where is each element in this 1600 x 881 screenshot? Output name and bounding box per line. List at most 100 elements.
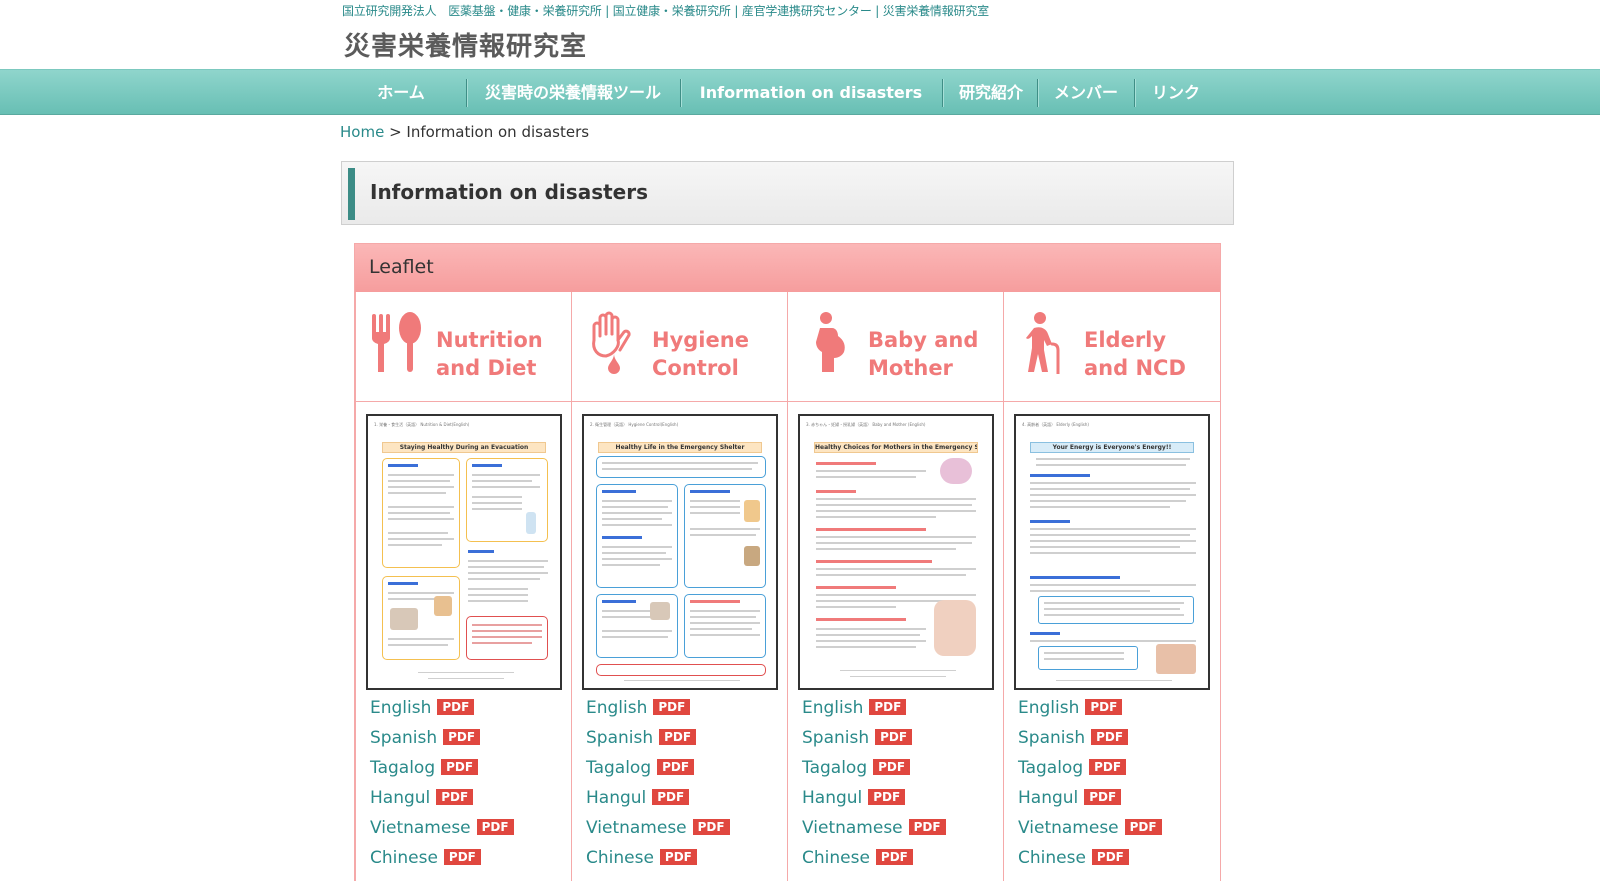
org-link-nibiohn[interactable]: 国立研究開発法人 医薬基盤・健康・栄養研究所	[342, 4, 602, 18]
nav-separator	[1134, 79, 1135, 107]
leaflet-thumbnail[interactable]: 1. 栄養・食生活（英語） Nutrition & Diet(English) …	[366, 414, 562, 690]
pdf-link-english[interactable]: English PDF	[370, 698, 514, 728]
breadcrumb-current: Information on disasters	[406, 123, 590, 141]
nav-information-on-disasters[interactable]: Information on disasters	[684, 70, 938, 116]
category-title: Nutrition and Diet	[436, 328, 543, 380]
leaflet-column-baby-mother: Baby and Mother 3. 赤ちゃん・妊婦・授乳婦（英語） Baby …	[787, 292, 1004, 881]
nav-members[interactable]: メンバー	[1041, 70, 1131, 116]
pdf-badge-icon: PDF	[692, 819, 730, 835]
elderly-cane-icon	[1026, 312, 1060, 374]
leaflet-thumbnail[interactable]: 4. 高齢者（英語） Elderly (English) Your Energy…	[1014, 414, 1210, 690]
page-title: Information on disasters	[370, 180, 648, 204]
pdf-badge-icon: PDF	[436, 789, 474, 805]
category-title: Baby and Mother	[868, 328, 979, 380]
pdf-link-spanish[interactable]: Spanish PDF	[802, 728, 946, 758]
nav-research[interactable]: 研究紹介	[946, 70, 1036, 116]
language-links: English PDF Spanish PDF Tagalog PDF Hangul P…	[1018, 698, 1162, 878]
category-title: Hygiene Control	[652, 328, 749, 380]
pdf-link-chinese[interactable]: Chinese PDF	[802, 848, 946, 878]
pdf-badge-icon: PDF	[1085, 699, 1123, 715]
pdf-link-english[interactable]: English PDF	[1018, 698, 1162, 728]
pdf-link-hangul[interactable]: Hangul PDF	[586, 788, 730, 818]
pdf-link-spanish[interactable]: Spanish PDF	[370, 728, 514, 758]
pdf-badge-icon: PDF	[1091, 849, 1129, 865]
pdf-badge-icon: PDF	[437, 699, 475, 715]
language-links: English PDF Spanish PDF Tagalog PDF Hangul P…	[370, 698, 514, 878]
main-nav: ホーム 災害時の栄養情報ツール Information on disasters…	[0, 69, 1600, 115]
leaflet-column-elderly: Elderly and NCD 4. 高齢者（英語） Elderly (Engl…	[1003, 292, 1220, 881]
organization-links: 国立研究開発法人 医薬基盤・健康・栄養研究所 | 国立健康・栄養研究所 | 産官…	[342, 4, 989, 18]
org-link-nihn[interactable]: 国立健康・栄養研究所	[613, 4, 731, 18]
pdf-badge-icon: PDF	[1084, 789, 1122, 805]
page-heading-box: Information on disasters	[341, 161, 1234, 225]
heading-accent-bar	[348, 168, 355, 220]
category-header: Hygiene Control	[572, 292, 788, 402]
category-title: Elderly and NCD	[1084, 328, 1186, 380]
pdf-link-english[interactable]: English PDF	[586, 698, 730, 728]
leaflet-thumbnail[interactable]: 2. 衛生管理（英語） Hygiene Control(English) Hea…	[582, 414, 778, 690]
pdf-link-vietnamese[interactable]: Vietnamese PDF	[1018, 818, 1162, 848]
breadcrumb: Home > Information on disasters	[340, 123, 589, 141]
nav-links[interactable]: リンク	[1138, 70, 1214, 116]
leaflet-section: Leaflet Nutrition and Diet 1. 栄養・食生活（英語）	[354, 243, 1221, 881]
pdf-link-tagalog[interactable]: Tagalog PDF	[586, 758, 730, 788]
leaflet-column-nutrition: Nutrition and Diet 1. 栄養・食生活（英語） Nutriti…	[355, 292, 572, 881]
pdf-link-hangul[interactable]: Hangul PDF	[802, 788, 946, 818]
pdf-link-english[interactable]: English PDF	[802, 698, 946, 728]
pdf-link-tagalog[interactable]: Tagalog PDF	[802, 758, 946, 788]
nav-disaster-tools[interactable]: 災害時の栄養情報ツール	[470, 70, 676, 116]
pdf-badge-icon: PDF	[659, 729, 697, 745]
pdf-link-vietnamese[interactable]: Vietnamese PDF	[586, 818, 730, 848]
site-title[interactable]: 災害栄養情報研究室	[344, 26, 587, 63]
pregnant-mother-icon	[816, 312, 845, 372]
breadcrumb-home[interactable]: Home	[340, 123, 384, 141]
nav-separator	[942, 79, 943, 107]
nav-separator	[466, 79, 467, 107]
pdf-link-spanish[interactable]: Spanish PDF	[1018, 728, 1162, 758]
pdf-badge-icon: PDF	[873, 759, 911, 775]
pdf-link-chinese[interactable]: Chinese PDF	[1018, 848, 1162, 878]
category-header: Elderly and NCD	[1004, 292, 1220, 402]
pdf-badge-icon: PDF	[868, 789, 906, 805]
pdf-link-tagalog[interactable]: Tagalog PDF	[370, 758, 514, 788]
pdf-badge-icon: PDF	[476, 819, 514, 835]
pdf-link-hangul[interactable]: Hangul PDF	[1018, 788, 1162, 818]
category-header: Nutrition and Diet	[356, 292, 572, 402]
pdf-badge-icon: PDF	[443, 729, 481, 745]
pdf-badge-icon: PDF	[659, 849, 697, 865]
org-link-lab[interactable]: 災害栄養情報研究室	[883, 4, 989, 18]
pdf-badge-icon: PDF	[652, 789, 690, 805]
pdf-badge-icon: PDF	[443, 849, 481, 865]
pdf-badge-icon: PDF	[1124, 819, 1162, 835]
language-links: English PDF Spanish PDF Tagalog PDF Hangul P…	[586, 698, 730, 878]
pdf-link-vietnamese[interactable]: Vietnamese PDF	[802, 818, 946, 848]
language-links: English PDF Spanish PDF Tagalog PDF Hangul P…	[802, 698, 946, 878]
pdf-badge-icon: PDF	[1089, 759, 1127, 775]
pdf-badge-icon: PDF	[441, 759, 479, 775]
nav-separator	[680, 79, 681, 107]
pdf-link-chinese[interactable]: Chinese PDF	[586, 848, 730, 878]
nav-home[interactable]: ホーム	[362, 70, 440, 116]
pdf-link-tagalog[interactable]: Tagalog PDF	[1018, 758, 1162, 788]
category-header: Baby and Mother	[788, 292, 1004, 402]
pdf-badge-icon: PDF	[657, 759, 695, 775]
nav-separator	[1037, 79, 1038, 107]
pdf-badge-icon: PDF	[869, 699, 907, 715]
pdf-badge-icon: PDF	[1091, 729, 1129, 745]
breadcrumb-separator: >	[384, 123, 407, 141]
leaflet-header: Leaflet	[355, 244, 1220, 292]
hand-washing-icon	[592, 311, 631, 374]
pdf-badge-icon: PDF	[653, 699, 691, 715]
fork-spoon-icon	[371, 312, 421, 372]
leaflet-column-hygiene: Hygiene Control 2. 衛生管理（英語） Hygiene Cont…	[571, 292, 788, 881]
pdf-link-spanish[interactable]: Spanish PDF	[586, 728, 730, 758]
pdf-badge-icon: PDF	[875, 849, 913, 865]
pdf-link-chinese[interactable]: Chinese PDF	[370, 848, 514, 878]
leaflet-thumbnail[interactable]: 3. 赤ちゃん・妊婦・授乳婦（英語） Baby and Mother (Engl…	[798, 414, 994, 690]
pdf-link-hangul[interactable]: Hangul PDF	[370, 788, 514, 818]
pdf-link-vietnamese[interactable]: Vietnamese PDF	[370, 818, 514, 848]
org-link-center[interactable]: 産官学連携研究センター	[742, 4, 872, 18]
leaflet-title: Leaflet	[369, 256, 434, 278]
pdf-badge-icon: PDF	[908, 819, 946, 835]
pdf-badge-icon: PDF	[875, 729, 913, 745]
